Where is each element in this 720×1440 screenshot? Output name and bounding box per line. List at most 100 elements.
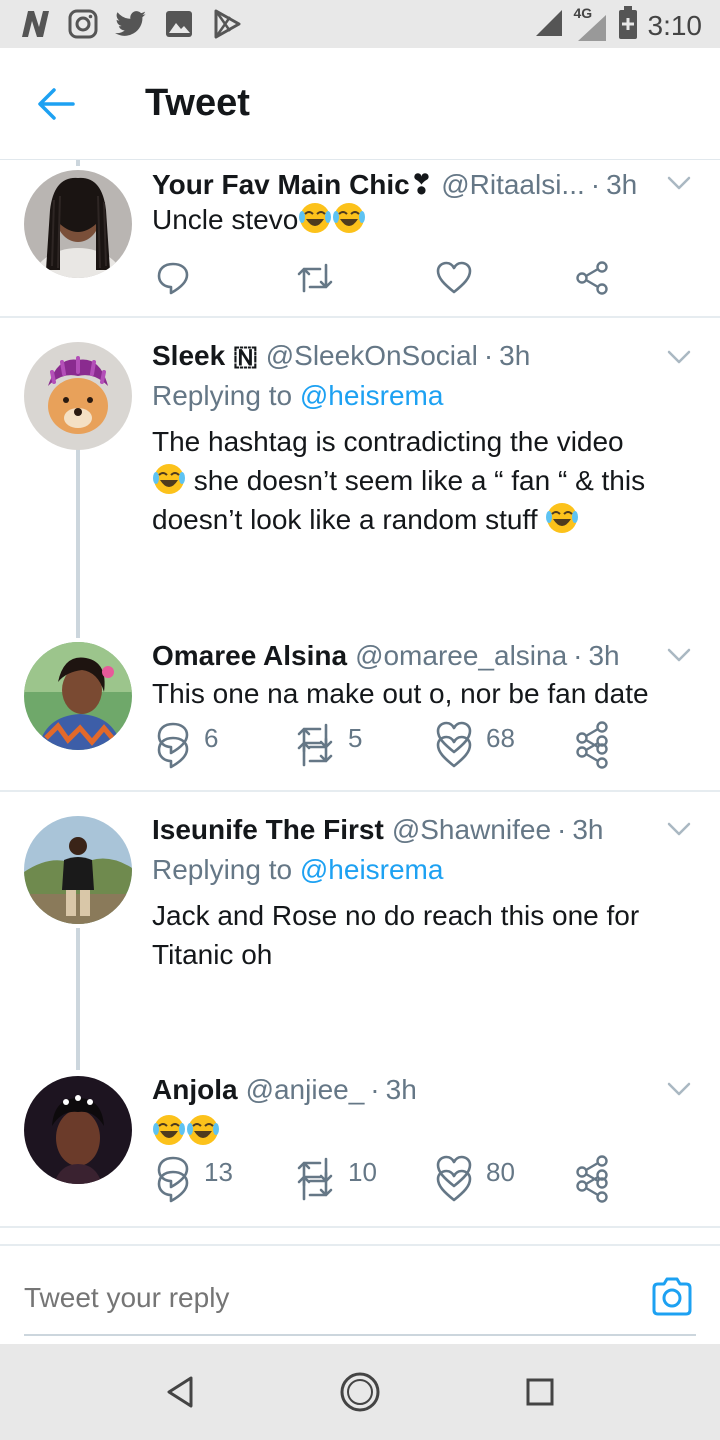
square-recents-icon: [526, 1378, 554, 1406]
retweet-button[interactable]: [296, 1166, 348, 1206]
share-icon: [576, 1169, 608, 1203]
laughing-tears-emoji-icon: [333, 203, 366, 233]
replying-to: Replying to @heisrema: [152, 854, 443, 886]
back-button[interactable]: [34, 82, 78, 126]
tweet-item[interactable]: Your Fav Main Chic❣ @Ritaalsi... · 3h Un…: [0, 160, 720, 318]
like-button[interactable]: [436, 1166, 486, 1206]
display-name[interactable]: Your Fav Main Chic❣: [152, 168, 433, 201]
avatar[interactable]: [24, 816, 132, 924]
like-button[interactable]: [436, 732, 486, 772]
display-name[interactable]: Iseunife The First: [152, 814, 384, 846]
separator-dot: ·: [557, 814, 567, 845]
triangle-back-icon: [167, 1376, 193, 1408]
replying-to-handle-link[interactable]: @heisrema: [300, 380, 444, 411]
reply-icon: [157, 736, 189, 769]
tweet-actions: [152, 732, 632, 772]
back-arrow-icon: [38, 88, 75, 120]
avatar[interactable]: [24, 342, 132, 450]
separator-dot: ·: [370, 1074, 380, 1105]
twitter-icon: [114, 7, 148, 41]
display-name[interactable]: Omaree Alsina: [152, 640, 347, 672]
page-title: Tweet: [145, 82, 250, 124]
tweet-text-line-with-emoji: doesn’t look like a random stuff: [152, 500, 692, 539]
avatar[interactable]: [24, 1076, 132, 1184]
share-button[interactable]: [576, 1166, 610, 1206]
chevron-down-icon[interactable]: [664, 814, 694, 844]
tweet-item[interactable]: Iseunife The First @Shawnifee · 3h Reply…: [0, 792, 720, 1189]
tweet-header: Omaree Alsina @omaree_alsina · 3h: [152, 640, 690, 672]
tweet-text: Jack and Rose no do reach this one for T…: [152, 900, 640, 970]
tweet-header: Sleek 🇳 @SleekOnSocial · 3h: [152, 340, 690, 373]
share-icon: [576, 735, 608, 769]
display-name[interactable]: Sleek 🇳: [152, 340, 258, 373]
laughing-tears-emoji-icon: [187, 1115, 219, 1145]
system-nav-bar: [0, 1344, 720, 1440]
user-handle[interactable]: @Shawnifee: [392, 814, 551, 846]
heart-icon: [436, 735, 472, 768]
tweet-item[interactable]: Omaree Alsina @omaree_alsina · 3h This o…: [0, 638, 720, 792]
tweet-header: Your Fav Main Chic❣ @Ritaalsi... · 3h: [152, 168, 690, 201]
chevron-down-icon[interactable]: [664, 1074, 694, 1104]
reply-button[interactable]: [156, 732, 204, 772]
tweet-text: The hashtag is contradicting the video s…: [152, 422, 692, 539]
retweet-button[interactable]: [296, 258, 348, 298]
tweet-text-line: The hashtag is contradicting the video: [152, 426, 624, 457]
heart-icon: [436, 1169, 472, 1202]
share-button[interactable]: [576, 258, 610, 298]
tweet-actions: [152, 258, 632, 298]
separator-dot: ·: [573, 640, 583, 671]
nav-recents-button[interactable]: [518, 1370, 562, 1414]
tweet-item[interactable]: Sleek 🇳 @SleekOnSocial · 3h Replying to …: [0, 320, 720, 755]
reply-composer: [0, 1244, 720, 1344]
thread-line: [76, 928, 80, 1070]
like-button[interactable]: [436, 258, 486, 298]
tweet-text: Uncle stevo: [152, 200, 692, 239]
avatar[interactable]: [24, 642, 132, 750]
reply-button[interactable]: [156, 1166, 204, 1206]
retweet-icon: [297, 737, 333, 767]
display-name[interactable]: Anjola: [152, 1074, 238, 1106]
avatar[interactable]: [24, 170, 132, 278]
user-handle[interactable]: @anjiee_: [246, 1074, 365, 1106]
reply-button[interactable]: [156, 258, 204, 298]
network-type-label: 4G: [573, 4, 593, 21]
tweet-actions: [152, 1166, 632, 1206]
tweet-item[interactable]: Anjola @anjiee_ · 3h: [0, 1070, 720, 1228]
replying-to-handle-link[interactable]: @heisrema: [300, 854, 444, 885]
user-handle[interactable]: @omaree_alsina: [355, 640, 567, 672]
chevron-down-icon[interactable]: [664, 640, 694, 670]
user-handle[interactable]: @Ritaalsi...: [441, 169, 585, 201]
tweet-time: 3h: [499, 340, 531, 371]
replying-to: Replying to @heisrema: [152, 380, 443, 412]
tweet-header: Iseunife The First @Shawnifee · 3h: [152, 814, 690, 846]
laughing-tears-emoji-icon: [546, 503, 579, 533]
gallery-icon: [162, 7, 196, 41]
chevron-down-icon[interactable]: [664, 168, 694, 198]
tweet-header: Anjola @anjiee_ · 3h: [152, 1074, 690, 1106]
camera-button[interactable]: [650, 1274, 694, 1318]
tweet-text: This one na make out o, nor be fan date: [152, 678, 649, 709]
retweet-icon: [297, 263, 333, 293]
tweet-text-line-with-emoji: she doesn’t seem like a “ fan “ & this: [152, 461, 692, 500]
reply-input[interactable]: [24, 1268, 624, 1328]
tweet-text: [152, 1112, 692, 1151]
retweet-button[interactable]: [296, 732, 348, 772]
separator-dot: ·: [590, 169, 601, 200]
camera-icon: [652, 1277, 692, 1316]
tweet-text-content: doesn’t look like a random stuff: [152, 504, 546, 535]
share-button[interactable]: [576, 732, 610, 772]
nav-back-button[interactable]: [158, 1370, 202, 1414]
reply-icon: [157, 1170, 189, 1203]
nav-home-button[interactable]: [338, 1370, 382, 1414]
status-notification-icons: [18, 7, 244, 41]
retweet-icon: [297, 1171, 333, 1201]
heart-icon: [436, 261, 472, 294]
user-handle[interactable]: @SleekOnSocial: [266, 340, 478, 372]
status-clock: 3:10: [647, 9, 703, 41]
chevron-down-icon[interactable]: [664, 342, 694, 372]
laughing-tears-emoji-icon: [153, 1115, 185, 1145]
status-bar: 4G 3:10: [0, 0, 720, 48]
signal-icon: [534, 8, 564, 43]
laughing-tears-emoji-icon: [153, 464, 185, 494]
play-store-icon: [210, 7, 244, 41]
